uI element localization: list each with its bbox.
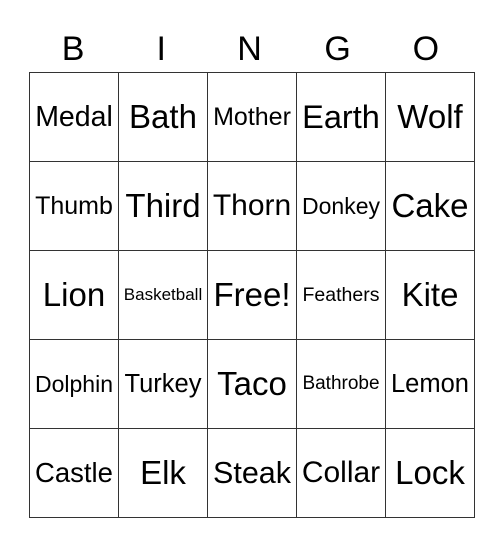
- bingo-cell: Kite: [385, 250, 475, 340]
- bingo-cell: Wolf: [385, 72, 475, 162]
- bingo-cell: Lemon: [385, 339, 475, 429]
- cell-word: Wolf: [397, 98, 463, 135]
- grid-row: Medal Bath Mother Earth Wolf: [29, 72, 475, 162]
- bingo-cell: Turkey: [118, 339, 208, 429]
- cell-word: Lock: [395, 454, 465, 491]
- bingo-cell: Cake: [385, 161, 475, 251]
- header-letter: O: [412, 30, 440, 68]
- bingo-cell: Free!: [207, 250, 297, 340]
- cell-word: Turkey: [124, 369, 202, 398]
- cell-word: Taco: [217, 365, 287, 402]
- bingo-cell: Bathrobe: [296, 339, 386, 429]
- bingo-cell: Elk: [118, 428, 208, 518]
- bingo-cell: Third: [118, 161, 208, 251]
- cell-word: Thumb: [35, 191, 113, 220]
- grid-row: Castle Elk Steak Collar Lock: [29, 428, 475, 518]
- bingo-cell: Thorn: [207, 161, 297, 251]
- cell-word: Thorn: [212, 189, 292, 222]
- bingo-cell: Taco: [207, 339, 297, 429]
- bingo-cell: Collar: [296, 428, 386, 518]
- bingo-cell: Basketball: [118, 250, 208, 340]
- bingo-grid: Medal Bath Mother Earth Wolf Thumb Third Thorn D…: [29, 72, 475, 518]
- header-letter: N: [237, 30, 262, 68]
- bingo-cell: Castle: [29, 428, 119, 518]
- cell-word: Bathrobe: [302, 373, 380, 394]
- bingo-cell: Steak: [207, 428, 297, 518]
- cell-word: Steak: [213, 455, 291, 490]
- cell-word: Free!: [213, 276, 291, 313]
- bingo-cell: Dolphin: [29, 339, 119, 429]
- cell-word: Collar: [301, 456, 381, 489]
- cell-word: Lion: [42, 276, 106, 313]
- cell-word: Feathers: [302, 283, 380, 306]
- header-letter: B: [61, 30, 85, 68]
- bingo-cell: Bath: [118, 72, 208, 162]
- cell-word: Lemon: [391, 369, 469, 398]
- bingo-cell: Mother: [207, 72, 297, 162]
- bingo-cell: Medal: [29, 72, 119, 162]
- bingo-cell: Feathers: [296, 250, 386, 340]
- bingo-cell: Lion: [29, 250, 119, 340]
- bingo-cell: Earth: [296, 72, 386, 162]
- bingo-cell: Donkey: [296, 161, 386, 251]
- cell-word: Earth: [302, 98, 380, 135]
- bingo-cell: Lock: [385, 428, 475, 518]
- cell-word: Cake: [391, 187, 469, 224]
- cell-word: Medal: [35, 100, 113, 133]
- header-letter: G: [324, 30, 351, 68]
- grid-row: Dolphin Turkey Taco Bathrobe Lemon: [29, 339, 475, 429]
- header-letter: I: [156, 30, 166, 68]
- cell-word: Donkey: [302, 192, 380, 219]
- bingo-header: B I N G O: [29, 26, 470, 72]
- cell-word: Mother: [213, 102, 291, 131]
- bingo-cell: Thumb: [29, 161, 119, 251]
- cell-word: Kite: [401, 276, 459, 313]
- cell-word: Elk: [140, 454, 186, 491]
- cell-word: Dolphin: [35, 370, 113, 397]
- grid-row: Lion Basketball Free! Feathers Kite: [29, 250, 475, 340]
- cell-word: Castle: [35, 457, 113, 488]
- cell-word: Bath: [129, 98, 197, 135]
- cell-word: Third: [125, 187, 201, 224]
- grid-row: Thumb Third Thorn Donkey Cake: [29, 161, 475, 251]
- cell-word: Basketball: [123, 285, 203, 304]
